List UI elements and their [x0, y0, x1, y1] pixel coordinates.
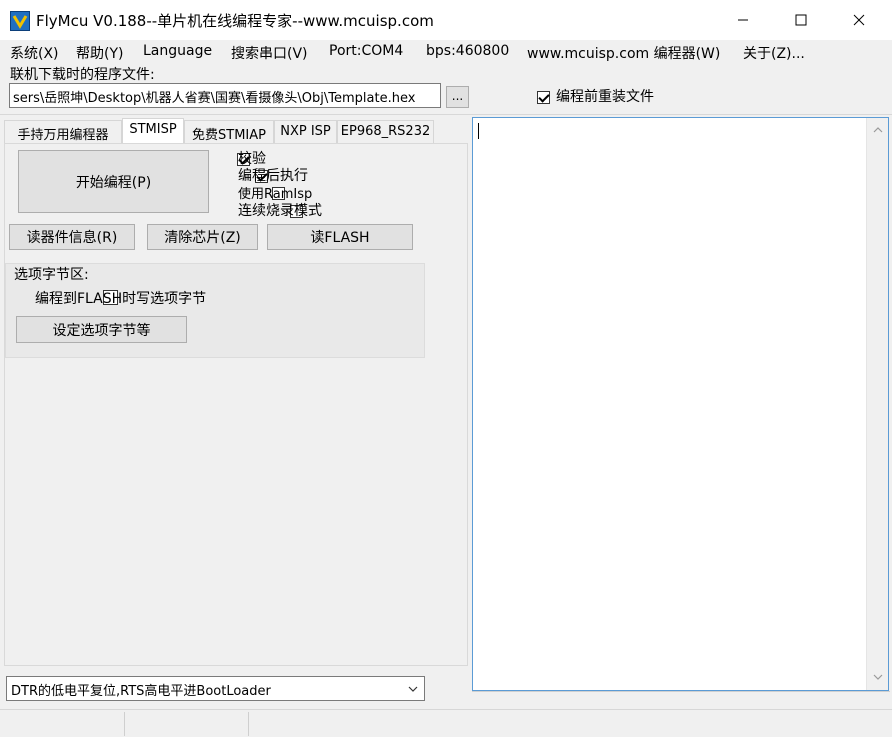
status-bar	[0, 709, 892, 737]
tab-ep968-rs232[interactable]: EP968_RS232	[337, 120, 434, 144]
browse-button[interactable]: ...	[446, 86, 469, 108]
title-bar: FlyMcu V0.188--单片机在线编程专家--www.mcuisp.com	[0, 0, 892, 40]
status-divider	[124, 712, 125, 736]
minimize-icon	[738, 19, 748, 21]
reload-file-checkbox[interactable]	[537, 91, 550, 104]
menu-port[interactable]: Port:COM4	[329, 43, 403, 59]
dtr-rts-mode-value: DTR的低电平复位,RTS高电平进BootLoader	[11, 684, 271, 699]
maximize-icon	[795, 14, 807, 26]
tab-stmisp[interactable]: STMISP	[122, 118, 184, 144]
run-after-program-label: 编程后执行	[238, 168, 308, 184]
menu-bar: 系统(X) 帮助(Y) Language 搜索串口(V) Port:COM4 b…	[0, 40, 892, 64]
tab-free-stmiap[interactable]: 免费STMIAP	[184, 120, 274, 144]
option-bytes-title: 选项字节区:	[14, 267, 89, 283]
chevron-down-icon[interactable]	[404, 679, 422, 698]
read-flash-button[interactable]: 读FLASH	[267, 224, 413, 250]
menu-language[interactable]: Language	[143, 43, 212, 59]
menu-about[interactable]: 关于(Z)...	[743, 43, 805, 63]
file-label: 联机下载时的程序文件:	[10, 67, 155, 83]
menu-search-port[interactable]: 搜索串口(V)	[231, 43, 308, 63]
minimize-button[interactable]	[714, 0, 772, 40]
reload-file-label: 编程前重装文件	[556, 89, 654, 105]
tab-nxp-isp[interactable]: NXP ISP	[274, 120, 337, 144]
continuous-mode-label: 连续烧录模式	[238, 203, 322, 219]
close-button[interactable]	[830, 0, 888, 40]
menu-baudrate[interactable]: bps:460800	[426, 43, 509, 59]
stmisp-panel	[4, 143, 468, 666]
maximize-button[interactable]	[772, 0, 830, 40]
scroll-up-icon[interactable]	[872, 124, 884, 136]
dtr-rts-mode-select[interactable]: DTR的低电平复位,RTS高电平进BootLoader	[6, 676, 425, 701]
menu-system[interactable]: 系统(X)	[10, 43, 59, 63]
vertical-scrollbar[interactable]	[866, 118, 888, 690]
separator	[0, 114, 892, 115]
close-icon	[853, 14, 865, 26]
file-path-input[interactable]: sers\岳照坤\Desktop\机器人省赛\国赛\看摄像头\Obj\Templ…	[9, 83, 441, 108]
set-option-bytes-button[interactable]: 设定选项字节等	[16, 316, 187, 343]
log-output[interactable]	[472, 117, 889, 691]
read-device-info-button[interactable]: 读器件信息(R)	[9, 224, 135, 250]
erase-chip-button[interactable]: 清除芯片(Z)	[147, 224, 258, 250]
scroll-down-icon[interactable]	[872, 671, 884, 683]
text-cursor	[478, 123, 479, 139]
write-option-bytes-label: 编程到FLASH时写选项字节	[35, 291, 207, 307]
start-programming-button[interactable]: 开始编程(P)	[18, 150, 209, 213]
window-title: FlyMcu V0.188--单片机在线编程专家--www.mcuisp.com	[36, 12, 434, 30]
status-divider	[248, 712, 249, 736]
menu-programmer[interactable]: www.mcuisp.com 编程器(W)	[527, 43, 720, 63]
tab-handheld-programmer[interactable]: 手持万用编程器	[4, 120, 122, 144]
log-bottom-bar	[472, 691, 890, 707]
app-icon	[10, 11, 30, 31]
menu-help[interactable]: 帮助(Y)	[76, 43, 123, 63]
